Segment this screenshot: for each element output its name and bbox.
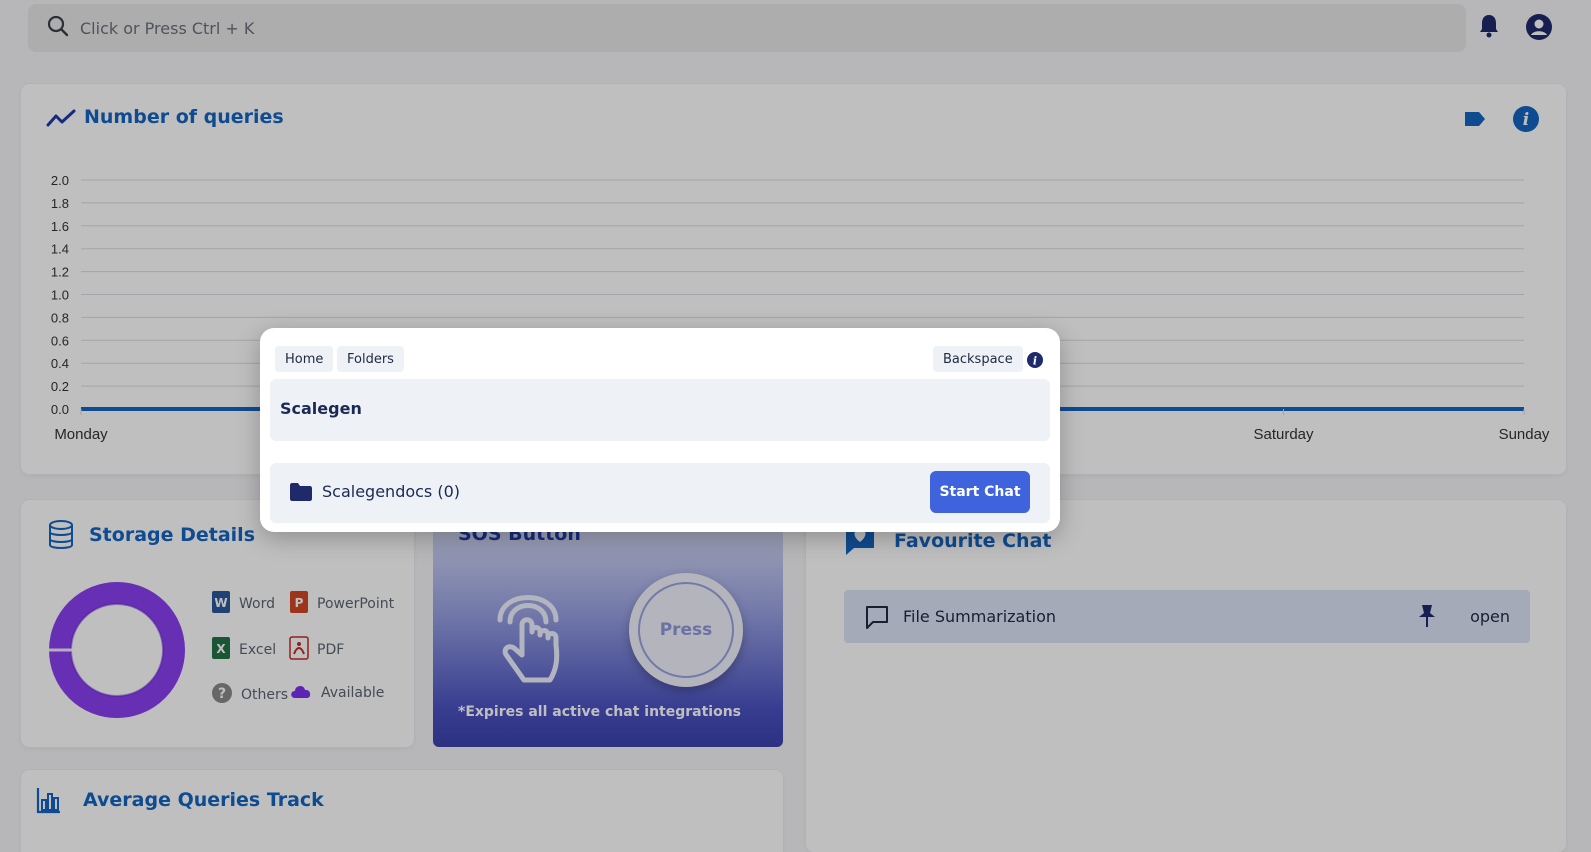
folder-name: Scalegendocs (0) [322,482,461,501]
folder-row[interactable]: Scalegendocs (0) Start Chat [270,463,1050,523]
breadcrumb-home[interactable]: Home [275,346,334,372]
backspace-chip[interactable]: Backspace [933,346,1023,372]
current-folder-row: Scalegen [270,379,1050,441]
current-folder-name: Scalegen [280,399,362,418]
folder-icon [289,482,313,507]
start-chat-button[interactable]: Start Chat [930,471,1030,513]
info-icon[interactable]: i [1027,352,1043,373]
folder-count: (0) [437,482,461,501]
svg-text:i: i [1033,355,1037,368]
folder-modal: Home Folders Backspace i Scalegen Scaleg… [260,328,1060,532]
breadcrumb-folders[interactable]: Folders [337,346,404,372]
